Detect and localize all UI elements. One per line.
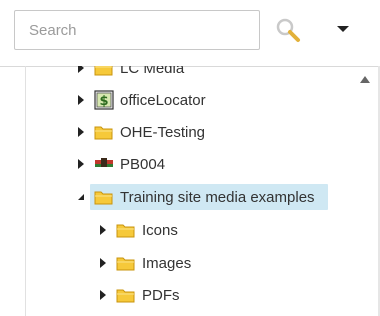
- media-tree: LC Media $ officeLocator OHE-Testing PB004 Tr…: [60, 66, 350, 316]
- folder-icon: [94, 66, 114, 77]
- search-button[interactable]: [272, 14, 304, 46]
- dollar-app-icon: $: [94, 90, 114, 110]
- top-bar: [0, 0, 380, 67]
- expand-arrow-icon[interactable]: [76, 87, 94, 113]
- folder-icon: [94, 123, 114, 141]
- expand-arrow-icon[interactable]: [76, 119, 94, 145]
- folder-icon: [94, 188, 114, 206]
- tree-item[interactable]: PB004: [76, 151, 165, 177]
- tree-item[interactable]: $ officeLocator: [76, 87, 206, 113]
- svg-text:$: $: [99, 94, 108, 109]
- expand-arrow-icon[interactable]: [98, 250, 116, 276]
- tree-item-label: Images: [142, 254, 192, 272]
- tree-item-label: Icons: [142, 221, 178, 239]
- options-dropdown-button[interactable]: [332, 18, 354, 40]
- tree-item[interactable]: LC Media: [76, 66, 184, 81]
- expand-arrow-icon[interactable]: [98, 282, 116, 308]
- folder-icon: [116, 221, 136, 239]
- tree-item-label: OHE-Testing: [120, 123, 206, 141]
- tree-item-label: PDFs: [142, 286, 180, 304]
- tree-item-label: PB004: [120, 155, 166, 173]
- tree-item[interactable]: PDFs: [98, 282, 180, 308]
- scroll-up-button[interactable]: [359, 72, 371, 84]
- search-box: [14, 10, 265, 50]
- expand-arrow-icon[interactable]: [98, 217, 116, 243]
- tree-item[interactable]: Training site media examples: [76, 184, 328, 210]
- tree-item-label: LC Media: [120, 66, 185, 77]
- tree-item-label: Training site media examples: [120, 188, 315, 206]
- tree-item[interactable]: Images: [98, 250, 191, 276]
- folder-icon: [116, 286, 136, 304]
- caret-down-icon: [337, 26, 349, 32]
- collapse-arrow-icon[interactable]: [76, 184, 94, 210]
- tree-indent-guide: [0, 66, 26, 316]
- tree-item-label: officeLocator: [120, 91, 206, 109]
- tree-item[interactable]: OHE-Testing: [76, 119, 205, 145]
- magnifier-icon: [276, 18, 300, 42]
- tree-item[interactable]: Icons: [98, 217, 178, 243]
- expand-arrow-icon[interactable]: [76, 151, 94, 177]
- triangle-up-icon: [360, 76, 370, 83]
- search-input[interactable]: [15, 11, 265, 49]
- expand-arrow-icon[interactable]: [76, 66, 94, 81]
- image-thumbnail-icon: [94, 155, 114, 173]
- folder-icon: [116, 254, 136, 272]
